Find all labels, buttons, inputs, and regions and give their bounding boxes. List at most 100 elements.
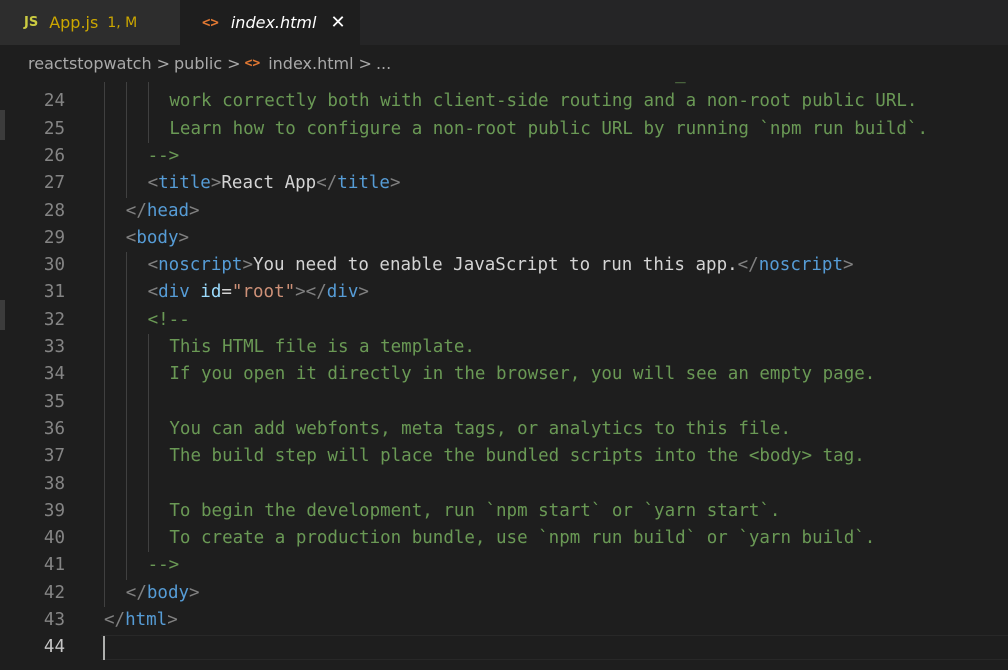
code-token: < <box>125 227 137 248</box>
code-line[interactable]: 34 If you open it directly in the browser… <box>0 361 1008 388</box>
code-token: title <box>337 173 390 194</box>
javascript-file-icon: JS <box>24 15 39 30</box>
current-line-highlight <box>101 635 1008 661</box>
indent-guide <box>125 252 127 580</box>
line-number: 37 <box>43 446 65 467</box>
code-token: noscript <box>158 255 243 276</box>
code-line[interactable]: 39 To begin the development, run `npm sta… <box>0 498 1008 525</box>
code-line[interactable]: 26 --> <box>0 143 1008 170</box>
indent-guide <box>147 334 149 553</box>
code-content: To create a production bundle, use `npm … <box>169 525 875 552</box>
line-number: 27 <box>43 173 65 194</box>
code-line[interactable]: 37 The build step will place the bundled … <box>0 443 1008 470</box>
code-token: React App <box>221 173 317 194</box>
html-file-icon: <> <box>202 14 219 31</box>
code-line[interactable]: 33 This HTML file is a template. <box>0 334 1008 361</box>
line-number: 35 <box>43 391 65 412</box>
code-token: work correctly both with client-side rou… <box>169 91 918 112</box>
code-token: > <box>843 255 854 276</box>
tab-index-html[interactable]: <> index.html ✕ <box>180 0 360 45</box>
code-token: ></ <box>295 282 327 303</box>
line-number: 28 <box>43 200 65 221</box>
line-number: 43 <box>43 610 65 630</box>
code-token: > <box>189 200 200 221</box>
code-content: <noscript>You need to enable JavaScript … <box>148 252 854 279</box>
tab-label: index.html <box>230 13 317 32</box>
code-line[interactable]: 27 <title>React App</title> <box>0 170 1008 197</box>
code-token: noscript <box>758 255 844 276</box>
tab-bar: JS App.js 1, M <> index.html ✕ <box>0 0 1008 45</box>
code-content: You can add webfonts, meta tags, or anal… <box>169 416 791 443</box>
code-token: You can add webfonts, meta tags, or anal… <box>169 418 792 439</box>
code-content: If you open it directly in the browser, … <box>169 361 875 388</box>
code-token: title <box>158 173 211 194</box>
code-token: > <box>358 282 369 303</box>
line-number: 33 <box>43 337 65 357</box>
line-number: 41 <box>43 555 65 576</box>
line-number: 26 <box>43 145 65 166</box>
chevron-right-icon: > <box>227 54 241 73</box>
code-content: This HTML file is a template. <box>169 334 475 361</box>
breadcrumb: reactstopwatch > public > <> index.html … <box>0 45 1008 82</box>
breadcrumb-item-reactstopwatch[interactable]: reactstopwatch <box>28 54 152 73</box>
chevron-right-icon: > <box>156 54 171 73</box>
code-editor[interactable]: 23Unlike "/favicon.ico" or "favicon.ico"… <box>0 60 1008 670</box>
code-line[interactable]: 30 <noscript>You need to enable JavaScrip… <box>0 252 1008 279</box>
code-token: <!-- <box>147 309 190 330</box>
tab-app-js[interactable]: JS App.js 1, M <box>0 0 180 45</box>
code-line[interactable]: 36 You can add webfonts, meta tags, or an… <box>0 416 1008 443</box>
code-line[interactable]: 24 work correctly both with client-side r… <box>0 88 1008 115</box>
code-token: > <box>389 173 401 194</box>
code-content: To begin the development, run `npm start… <box>169 498 780 525</box>
code-token: = <box>221 282 232 303</box>
tab-label: App.js <box>49 13 99 32</box>
breadcrumb-item-more[interactable]: ... <box>376 54 391 73</box>
code-line[interactable]: 25 Learn how to configure a non-root publ… <box>0 116 1008 143</box>
line-number: 32 <box>43 309 65 330</box>
code-line[interactable]: 42 </body> <box>0 580 1008 607</box>
code-token: div <box>158 282 190 303</box>
code-line[interactable]: 32 <!-- <box>0 307 1008 334</box>
code-token: --> <box>147 145 180 166</box>
code-token: html <box>125 610 168 630</box>
html-file-icon: <> <box>244 56 261 71</box>
code-content: <div id="root"></div> <box>148 279 369 306</box>
code-line[interactable]: 38 <box>0 471 1008 498</box>
code-line[interactable]: 35 <box>0 389 1008 416</box>
code-token: body <box>136 227 179 248</box>
code-content: The build step will place the bundled sc… <box>169 443 864 470</box>
code-line[interactable]: 44 <box>0 634 1008 661</box>
code-token: You need to enable JavaScript to run thi… <box>252 255 738 276</box>
close-icon[interactable]: ✕ <box>330 12 345 33</box>
code-token: </ <box>104 610 126 630</box>
code-content: <!-- <box>148 307 190 334</box>
code-line[interactable]: 43 </html> <box>0 607 1008 634</box>
code-content: Learn how to configure a non-root public… <box>169 116 928 143</box>
code-content: <body> <box>126 225 189 252</box>
code-line[interactable]: 29 <body> <box>0 225 1008 252</box>
code-line[interactable]: 40 To create a production bundle, use `np… <box>0 525 1008 552</box>
code-token: < <box>147 255 159 276</box>
line-number: 42 <box>43 582 65 603</box>
line-number: 31 <box>43 282 65 303</box>
line-number: 30 <box>43 255 65 276</box>
code-token: Learn how to configure a non-root public… <box>169 118 928 139</box>
code-line[interactable]: 31 <div id="root"></div> <box>0 279 1008 306</box>
code-line[interactable]: 41 --> <box>0 552 1008 579</box>
code-line[interactable]: 28 </head> <box>0 198 1008 225</box>
code-content: </body> <box>126 580 200 607</box>
line-number: 34 <box>43 364 65 385</box>
breadcrumb-item-index-html[interactable]: index.html <box>268 54 353 73</box>
breadcrumb-item-public[interactable]: public <box>174 54 222 73</box>
code-token: </ <box>125 200 147 221</box>
code-token: > <box>167 610 178 630</box>
code-token: --> <box>147 555 180 576</box>
line-number: 36 <box>43 418 65 439</box>
code-token: body <box>146 582 190 603</box>
text-cursor <box>103 636 105 661</box>
line-number: 39 <box>43 500 65 521</box>
line-number: 38 <box>43 473 65 494</box>
code-token: > <box>210 173 222 194</box>
code-token: > <box>178 227 190 248</box>
